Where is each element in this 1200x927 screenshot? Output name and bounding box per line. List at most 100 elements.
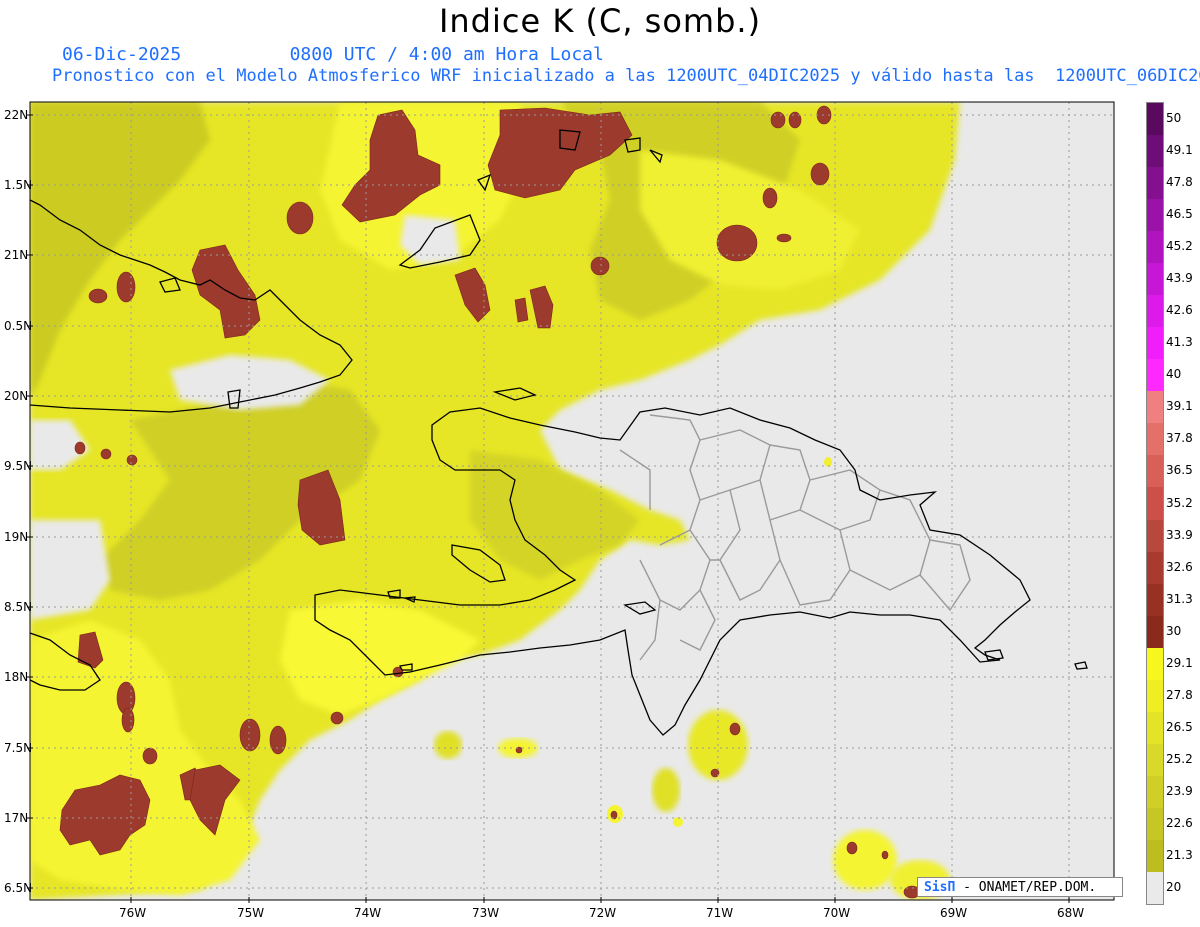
k-cell: [121, 707, 135, 733]
colorbar-label: 37.8: [1166, 431, 1193, 446]
colorbar-label: 30: [1166, 623, 1182, 638]
colorbar-swatch: [1147, 583, 1163, 617]
k-cell: [881, 850, 889, 860]
lat-label: 17N: [4, 811, 29, 825]
k-cell: [788, 111, 802, 129]
k-cell: [846, 841, 858, 855]
lon-label: 70W: [823, 906, 851, 920]
lat-label: 18N: [4, 670, 29, 684]
k-cell: [142, 747, 158, 765]
colorbar-label: 46.5: [1166, 207, 1193, 222]
colorbar-label: 31.3: [1166, 591, 1193, 606]
colorbar-label: 26.5: [1166, 719, 1193, 734]
k-cell: [286, 201, 314, 235]
k-cell: [776, 233, 792, 243]
k-cell: [116, 271, 136, 303]
colorbar-label: 27.8: [1166, 687, 1193, 702]
colorbar-swatch: [1147, 167, 1163, 200]
k-blob-south-2: [652, 768, 680, 812]
colorbar-swatch: [1147, 423, 1163, 456]
colorbar-label: 20: [1166, 879, 1182, 894]
colorbar-label: 41.3: [1166, 335, 1193, 350]
colorbar-label: 49.1: [1166, 143, 1193, 158]
colorbar-swatch: [1147, 455, 1163, 488]
sispi-logo: SisΠ: [924, 880, 956, 895]
lon-label: 74W: [354, 906, 382, 920]
colorbar-swatch: [1147, 359, 1163, 392]
k-cell: [770, 111, 786, 129]
credit-box: SisΠ - ONAMET/REP.DOM.: [917, 877, 1123, 897]
lon-label: 73W: [472, 906, 500, 920]
k-cell: [590, 256, 610, 276]
k-cell: [88, 288, 108, 304]
lat-label: 6.5N: [4, 881, 33, 895]
k-cell: [239, 718, 261, 752]
lon-label: 69W: [940, 906, 968, 920]
lat-label: 20N: [4, 389, 29, 403]
colorbar-swatch: [1147, 519, 1163, 553]
lon-label: 76W: [119, 906, 147, 920]
colorbar-swatch: [1147, 775, 1163, 809]
colorbar-swatch: [1147, 295, 1163, 328]
colorbar-swatch: [1147, 647, 1163, 681]
colorbar-label: 45.2: [1166, 239, 1193, 254]
lon-label: 68W: [1057, 906, 1085, 920]
lat-label: 22N: [4, 108, 29, 122]
colorbar-label: 39.1: [1166, 399, 1193, 414]
colorbar-label: 50: [1166, 111, 1182, 126]
k-index-map: [27, 101, 1115, 903]
lat-label: 9.5N: [4, 459, 33, 473]
colorbar-swatch: [1147, 135, 1163, 168]
colorbar-swatch: [1147, 807, 1163, 841]
credit-text: - ONAMET/REP.DOM.: [955, 880, 1097, 895]
k-cell: [269, 725, 287, 755]
colorbar-swatch: [1147, 199, 1163, 232]
colorbar-label: 25.2: [1166, 751, 1193, 766]
colorbar-swatch: [1147, 871, 1163, 905]
colorbar-swatch: [1147, 839, 1163, 873]
colorbar-swatch: [1147, 711, 1163, 745]
k-cell: [74, 441, 86, 455]
colorbar-swatch: [1147, 551, 1163, 585]
colorbar-swatch: [1147, 615, 1163, 649]
colorbar-label: 29.1: [1166, 655, 1193, 670]
colorbar-label: 21.3: [1166, 847, 1193, 862]
colorbar-label: 42.6: [1166, 303, 1193, 318]
colorbar-label: 36.5: [1166, 463, 1193, 478]
lon-label: 75W: [237, 906, 265, 920]
colorbar-swatch: [1147, 327, 1163, 360]
colorbar-swatch: [1147, 679, 1163, 713]
colorbar-swatch: [1147, 487, 1163, 520]
k-cell: [126, 454, 138, 466]
k-cell: [762, 187, 778, 209]
colorbar-label: 32.6: [1166, 559, 1193, 574]
colorbar-label: 22.6: [1166, 815, 1193, 830]
lat-label: 7.5N: [4, 741, 33, 755]
colorbar-label: 35.2: [1166, 495, 1193, 510]
k-cell: [729, 722, 741, 736]
lat-label: 19N: [4, 530, 29, 544]
colorbar-label: 23.9: [1166, 783, 1193, 798]
colorbar-label: 40: [1166, 367, 1182, 382]
k-cell: [716, 224, 758, 262]
colorbar-label: 43.9: [1166, 271, 1193, 286]
lat-label: 8.5N: [4, 600, 33, 614]
k-cell: [100, 448, 112, 460]
colorbar-swatch: [1147, 391, 1163, 424]
lon-label: 72W: [589, 906, 617, 920]
colorbar-label: 33.9: [1166, 527, 1193, 542]
colorbar-swatch: [1147, 263, 1163, 296]
lon-label: 71W: [706, 906, 734, 920]
k-blob-se-1: [833, 830, 897, 890]
colorbar-label: 47.8: [1166, 175, 1193, 190]
lat-label: 21N: [4, 248, 29, 262]
colorbar-swatch: [1147, 743, 1163, 777]
k-cell: [810, 162, 830, 186]
lat-label: 0.5N: [4, 319, 33, 333]
k-blob-south-3: [434, 731, 462, 759]
k-cell: [330, 711, 344, 725]
colorbar: [1146, 102, 1164, 905]
colorbar-swatch: [1147, 103, 1163, 136]
lat-label: 1.5N: [4, 178, 33, 192]
colorbar-swatch: [1147, 231, 1163, 264]
